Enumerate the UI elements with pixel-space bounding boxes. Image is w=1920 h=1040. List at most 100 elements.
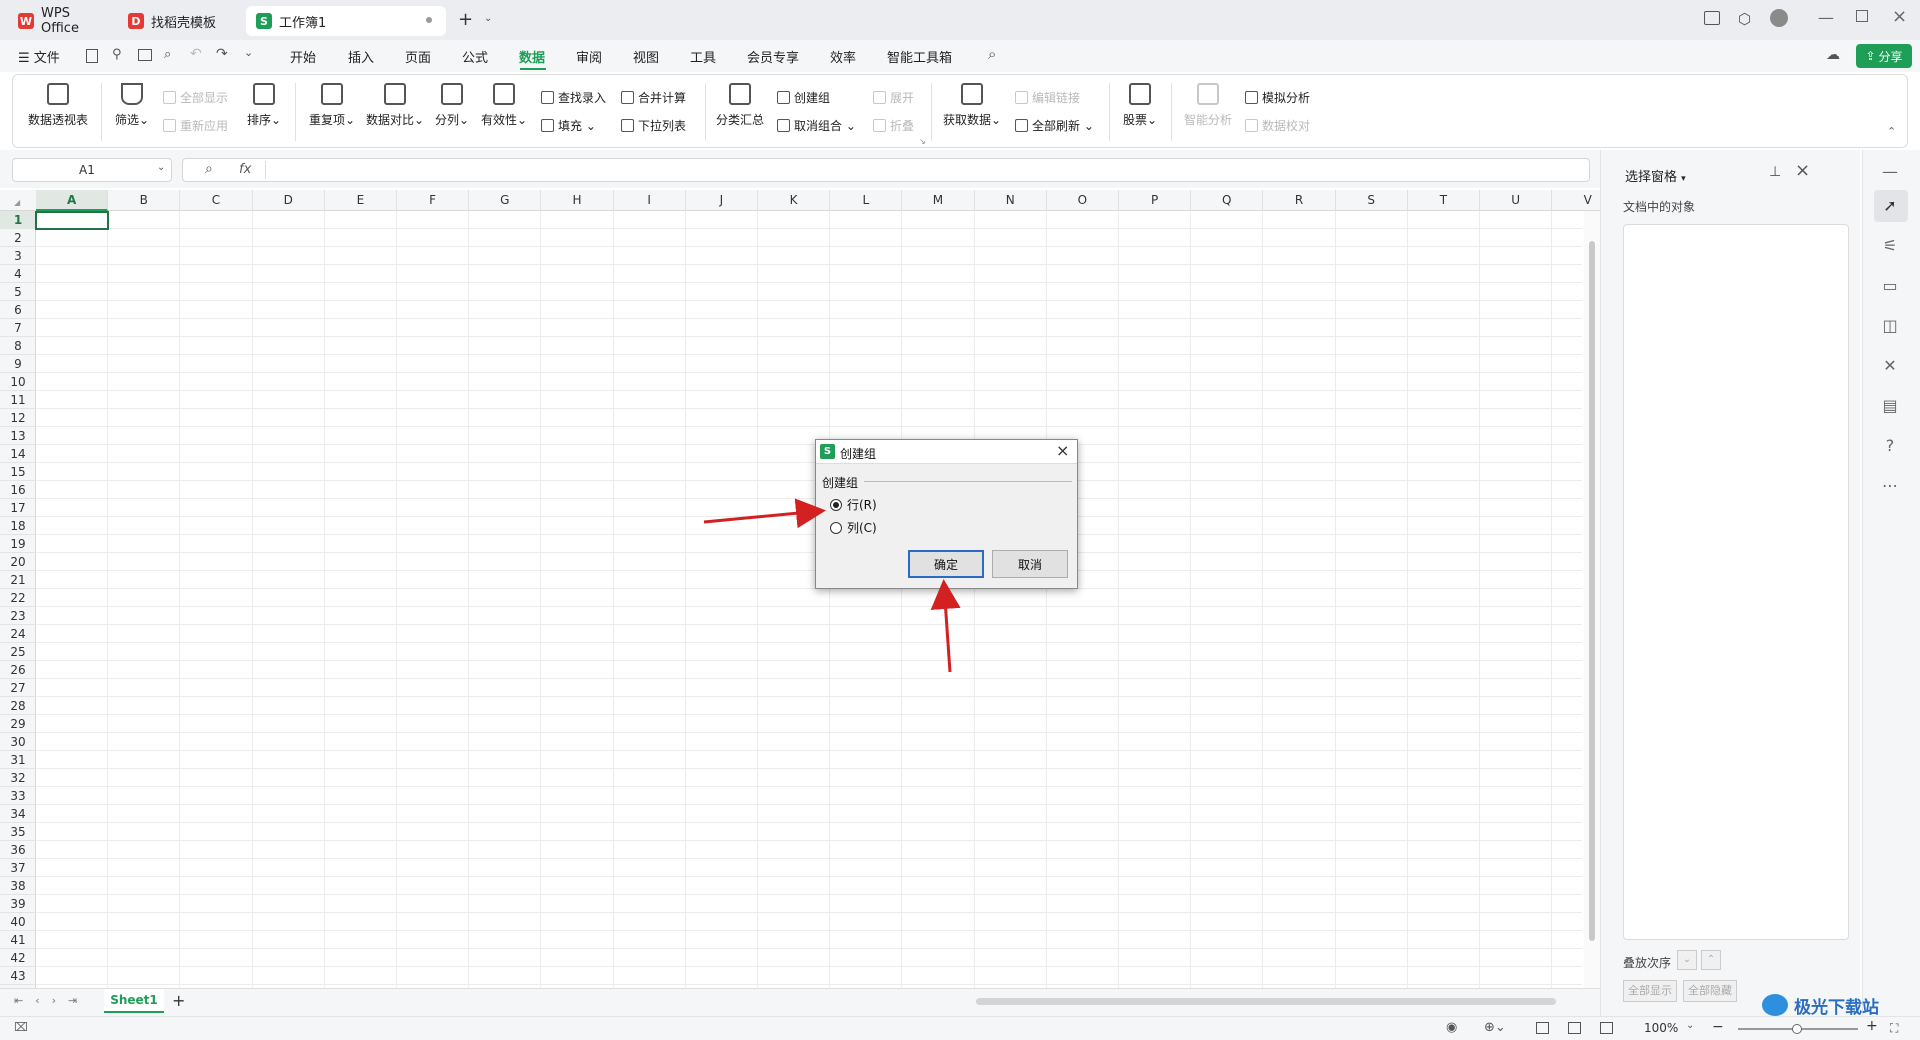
row-header[interactable]: 19	[0, 535, 36, 553]
create-group-button[interactable]: 创建组	[777, 89, 830, 106]
avatar[interactable]	[1770, 9, 1788, 27]
split-column-button[interactable]: 分列⌄	[431, 83, 473, 128]
row-header[interactable]: 41	[0, 931, 36, 949]
normal-view-icon[interactable]	[1536, 1022, 1549, 1034]
filter-button[interactable]: 筛选⌄	[111, 83, 153, 128]
row-header[interactable]: 43	[0, 967, 36, 985]
share-button[interactable]: ⇪ 分享	[1856, 44, 1912, 68]
quick-access-chevron-icon[interactable]: ⌄	[244, 46, 253, 59]
save-icon[interactable]	[86, 49, 98, 63]
edit-links-button[interactable]: 编辑链接	[1015, 89, 1080, 106]
row-header[interactable]: 25	[0, 643, 36, 661]
row-header[interactable]: 10	[0, 373, 36, 391]
select-all-corner[interactable]: ◢	[0, 190, 36, 211]
column-header[interactable]: N	[975, 190, 1047, 211]
row-header[interactable]: 36	[0, 841, 36, 859]
close-icon[interactable]: ×	[1892, 6, 1907, 27]
link-icon[interactable]: ⚲	[112, 47, 122, 62]
column-header[interactable]: T	[1408, 190, 1480, 211]
menu-start[interactable]: 开始	[290, 47, 316, 66]
row-header[interactable]: 18	[0, 517, 36, 535]
menu-page[interactable]: 页面	[405, 47, 431, 66]
row-header[interactable]: 35	[0, 823, 36, 841]
print-preview-icon[interactable]: ⌕	[164, 47, 171, 62]
consolidate-button[interactable]: 合并计算	[621, 89, 686, 106]
new-tab-plus-icon[interactable]: +	[458, 9, 473, 30]
minimize-icon[interactable]: —	[1818, 8, 1834, 27]
row-header[interactable]: 7	[0, 319, 36, 337]
unsaved-dot-icon[interactable]	[426, 17, 432, 23]
collapse-button[interactable]: 折叠	[873, 117, 914, 134]
column-header[interactable]: V	[1552, 190, 1600, 211]
restore-icon[interactable]	[1856, 10, 1868, 22]
move-up-button[interactable]: ⌃	[1701, 950, 1721, 970]
column-header[interactable]: U	[1480, 190, 1553, 211]
search-icon[interactable]: ⌕	[988, 45, 996, 63]
row-header[interactable]: 42	[0, 949, 36, 967]
row-header[interactable]: 4	[0, 265, 36, 283]
column-header[interactable]: O	[1047, 190, 1119, 211]
cell-area[interactable]	[36, 211, 1582, 988]
fx-icon[interactable]: fx	[239, 162, 251, 177]
name-box[interactable]: A1 ⌄	[12, 158, 172, 182]
radio-rows[interactable]: 行(R)	[830, 496, 877, 513]
fill-button[interactable]: 填充 ⌄	[541, 117, 596, 134]
file-menu[interactable]: ☰ 文件	[18, 47, 60, 66]
objects-list[interactable]	[1623, 224, 1849, 940]
column-header[interactable]: L	[830, 190, 903, 211]
row-header[interactable]: 33	[0, 787, 36, 805]
column-header[interactable]: R	[1263, 190, 1336, 211]
column-header[interactable]: M	[902, 190, 975, 211]
row-header[interactable]: 37	[0, 859, 36, 877]
row-header[interactable]: 20	[0, 553, 36, 571]
row-header[interactable]: 40	[0, 913, 36, 931]
row-header[interactable]: 29	[0, 715, 36, 733]
row-header[interactable]: 26	[0, 661, 36, 679]
zoom-level[interactable]: 100%	[1644, 1021, 1678, 1035]
column-header[interactable]: Q	[1191, 190, 1264, 211]
chevron-down-icon[interactable]: ⌄	[484, 13, 492, 24]
row-header[interactable]: 11	[0, 391, 36, 409]
tools-icon[interactable]: ✕	[1880, 356, 1900, 376]
sort-button[interactable]: 排序⌄	[243, 83, 285, 128]
row-header[interactable]: 15	[0, 463, 36, 481]
tab-docer-templates[interactable]: D 找稻壳模板	[118, 6, 236, 36]
zoom-out-icon[interactable]: −	[1712, 1019, 1724, 1035]
vertical-scrollbar[interactable]	[1584, 211, 1600, 988]
column-header[interactable]: G	[469, 190, 542, 211]
duplicates-button[interactable]: 重复项⌄	[305, 83, 359, 128]
group-dialog-launcher-icon[interactable]: ↘	[919, 137, 926, 146]
pane-show-all-button[interactable]: 全部显示	[1623, 980, 1677, 1002]
column-header[interactable]: F	[397, 190, 470, 211]
row-header[interactable]: 28	[0, 697, 36, 715]
subtotal-button[interactable]: 分类汇总	[713, 83, 767, 128]
print-icon[interactable]	[138, 49, 152, 61]
menu-efficiency[interactable]: 效率	[830, 47, 856, 66]
row-header[interactable]: 24	[0, 625, 36, 643]
menu-smart-toolbox[interactable]: 智能工具箱	[887, 47, 952, 66]
pane-hide-all-button[interactable]: 全部隐藏	[1683, 980, 1737, 1002]
row-header[interactable]: 5	[0, 283, 36, 301]
page-layout-icon[interactable]	[1568, 1022, 1581, 1034]
what-if-button[interactable]: 模拟分析	[1245, 89, 1310, 106]
pivot-table-button[interactable]: 数据透视表	[27, 83, 89, 128]
row-header[interactable]: 31	[0, 751, 36, 769]
row-header[interactable]: 13	[0, 427, 36, 445]
minimize-panel-icon[interactable]: —	[1880, 162, 1900, 182]
page-break-icon[interactable]	[1600, 1022, 1613, 1034]
column-header[interactable]: C	[180, 190, 253, 211]
menu-tools[interactable]: 工具	[690, 47, 716, 66]
spreadsheet-grid[interactable]: ◢ A B C D E F G H I J K L M N O P Q R S T U V 1 2 3 4 5 6 7 8 9 10 11 12 1…	[0, 190, 1600, 988]
column-header[interactable]: K	[758, 190, 831, 211]
add-sheet-plus-icon[interactable]: +	[172, 991, 185, 1010]
row-header[interactable]: 23	[0, 607, 36, 625]
chart-edit-icon[interactable]: ◫	[1880, 316, 1900, 336]
expand-button[interactable]: 展开	[873, 89, 914, 106]
horizontal-scroll-thumb[interactable]	[976, 998, 1556, 1005]
sliders-icon[interactable]: ⚟	[1880, 236, 1900, 256]
reapply-button[interactable]: 重新应用	[163, 117, 228, 134]
view-mode-icon[interactable]: ⊕⌄	[1484, 1020, 1506, 1035]
column-header[interactable]: E	[325, 190, 397, 211]
zoom-formula-icon[interactable]: ⌕	[205, 161, 213, 177]
layout-icon[interactable]	[1704, 11, 1720, 25]
